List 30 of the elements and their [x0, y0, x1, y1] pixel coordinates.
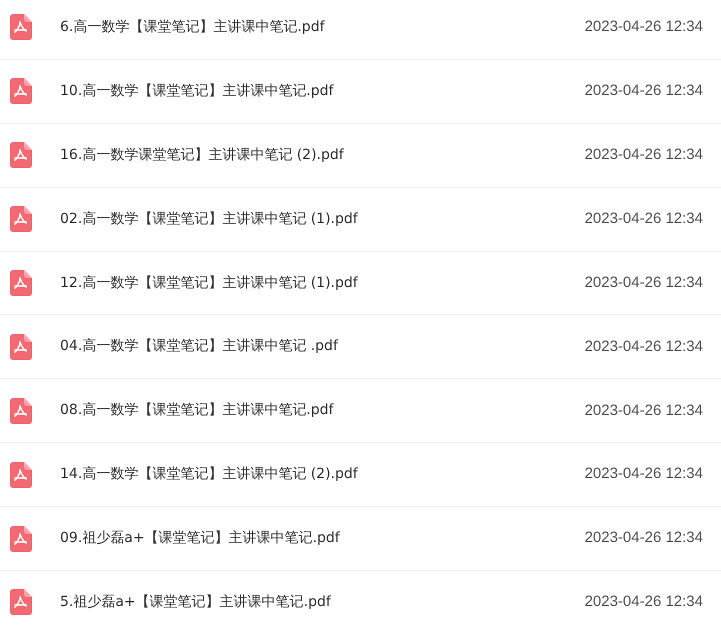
modified-date: 2023-04-26 12:34: [584, 17, 703, 38]
file-name[interactable]: 02.高一数学【课堂笔记】主讲课中笔记 (1).pdf: [60, 208, 358, 230]
pdf-file-icon: [10, 142, 32, 168]
pdf-file-icon: [10, 206, 32, 232]
pdf-file-icon: [10, 462, 32, 488]
pdf-file-icon: [10, 334, 32, 360]
modified-date: 2023-04-26 12:34: [584, 336, 703, 357]
file-name[interactable]: 12.高一数学【课堂笔记】主讲课中笔记 (1).pdf: [60, 272, 358, 294]
modified-date: 2023-04-26 12:34: [584, 272, 703, 293]
pdf-file-icon: [10, 526, 32, 552]
file-name[interactable]: 08.高一数学【课堂笔记】主讲课中笔记.pdf: [60, 400, 334, 422]
modified-date: 2023-04-26 12:34: [584, 81, 703, 102]
modified-date: 2023-04-26 12:34: [584, 592, 703, 612]
file-name[interactable]: 16.高一数学课堂笔记】主讲课中笔记 (2).pdf: [60, 144, 344, 166]
file-name[interactable]: 14.高一数学【课堂笔记】主讲课中笔记 (2).pdf: [60, 464, 358, 486]
modified-date: 2023-04-26 12:34: [584, 464, 703, 484]
file-name[interactable]: 09.祖少磊a+【课堂笔记】主讲课中笔记.pdf: [60, 528, 340, 550]
pdf-file-icon: [10, 14, 32, 40]
file-name[interactable]: 10.高一数学【课堂笔记】主讲课中笔记.pdf: [60, 80, 334, 102]
file-name[interactable]: 6.高一数学【课堂笔记】主讲课中笔记.pdf: [60, 16, 325, 38]
file-name[interactable]: 5.祖少磊a+【课堂笔记】主讲课中笔记.pdf: [60, 592, 331, 613]
pdf-file-icon: [10, 589, 32, 616]
modified-date: 2023-04-26 12:34: [584, 208, 703, 229]
pdf-file-icon: [10, 398, 32, 424]
modified-date: 2023-04-26 12:34: [584, 144, 703, 165]
pdf-file-icon: [10, 270, 32, 296]
modified-date: 2023-04-26 12:34: [584, 528, 703, 548]
modified-date: 2023-04-26 12:34: [584, 400, 703, 421]
pdf-file-icon: [10, 78, 32, 104]
file-name[interactable]: 04.高一数学【课堂笔记】主讲课中笔记 .pdf: [60, 336, 338, 358]
